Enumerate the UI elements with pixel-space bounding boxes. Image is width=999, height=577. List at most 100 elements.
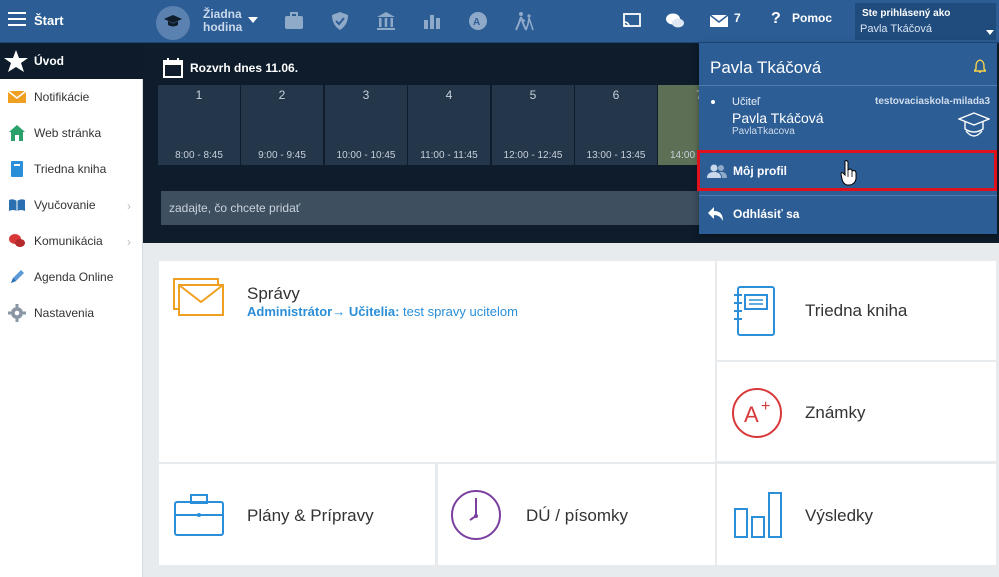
logout-label: Odhlásiť sa [733,207,800,221]
reply-arrow-icon [708,207,723,221]
chevron-right-icon: › [127,235,131,249]
sidebar-item-nastavenia[interactable]: Nastavenia [0,295,143,331]
svg-text:A: A [473,17,480,28]
hand-cursor-icon [840,160,857,186]
latest-message[interactable]: Administrátor→ Učitelia: test spravy uci… [247,304,518,319]
sidebar-item-triedna-kniha[interactable]: Triedna kniha [0,151,143,187]
period-time: 8:00 - 8:45 [175,150,223,161]
hour-selector[interactable]: Žiadna hodina [203,8,242,34]
menu-icon[interactable] [8,12,26,28]
period-time: 9:00 - 9:45 [258,150,306,161]
account-role: Učiteľ [732,96,761,108]
sidebar-item-notifikacie[interactable]: Notifikácie [0,79,143,115]
message-sender: Administrátor [247,304,333,319]
bank-icon[interactable] [375,10,397,32]
period-cell[interactable]: 3 10:00 - 10:45 [325,85,407,165]
message-arrow: → [332,304,349,319]
sidebar-item-label: Agenda Online [34,270,114,284]
bell-icon[interactable] [974,59,986,73]
sidebar-item-agenda-online[interactable]: Agenda Online [0,259,143,295]
gear-icon [8,304,26,322]
sidebar-item-komunikacia[interactable]: Komunikácia › [0,223,143,259]
chevron-down-icon[interactable] [248,17,258,23]
period-time: 11:00 - 11:45 [420,150,478,161]
period-time: 12:00 - 12:45 [503,150,563,161]
dropdown-user-name: Pavla Tkáčová [710,58,822,77]
period-number: 3 [362,88,370,102]
sidebar-item-uvod[interactable]: Úvod [0,43,143,79]
graduation-cap-icon[interactable] [156,6,190,40]
sidebar-item-label: Komunikácia [34,234,103,248]
schedule-title: Rozvrh dnes 11.06. [190,61,299,75]
sidebar-item-web-stranka[interactable]: Web stránka [0,115,143,151]
tile-title: DÚ / písomky [526,506,629,525]
period-number: 5 [529,88,537,102]
bullet [711,100,715,104]
sidebar-item-vyucovanie[interactable]: Vyučovanie › [0,187,143,223]
briefcase-icon[interactable] [283,10,305,32]
tile-results[interactable]: Výsledky [717,464,996,565]
bar-chart-icon [734,492,782,538]
tile-class-book[interactable]: Triedna kniha [717,261,996,360]
period-cell-current[interactable]: 7 14:00 [658,85,703,165]
cast-icon[interactable] [621,10,643,32]
tile-title: Triedna kniha [805,301,908,320]
messages-count[interactable]: 7 [734,11,741,25]
book-icon [11,161,23,177]
envelope-icon [173,278,224,316]
divider [699,85,997,86]
grade-icon: A + [732,388,782,438]
shield-icon[interactable] [329,10,351,32]
help-icon[interactable]: ? [771,10,781,28]
period-cell[interactable]: 2 9:00 - 9:45 [241,85,323,165]
star-icon [4,50,28,72]
user-menu-toggle[interactable]: Ste prihlásený ako Pavla Tkáčová [855,3,996,40]
svg-text:A: A [744,402,759,427]
brand-start[interactable]: Štart [34,13,64,28]
notebook-icon [734,286,775,336]
top-bar: Štart Žiadna hodina A 7 ? Pomoc Ste prih… [0,0,999,43]
sidebar-item-label: Nastavenia [34,306,95,320]
account-login: PavlaTkacova [732,126,795,137]
quick-add-input[interactable] [161,191,721,225]
period-number: 6 [612,88,620,102]
period-time: 14:00 [670,150,696,161]
pencil-icon [11,270,24,283]
period-cell[interactable]: 1 8:00 - 8:45 [158,85,240,165]
logout-item[interactable]: Odhlásiť sa [699,196,997,232]
user-dropdown: Pavla Tkáčová Učiteľ testovaciaskola-mil… [699,43,997,234]
period-number: 1 [195,88,203,102]
tile-title: Výsledky [805,506,874,525]
message-subject: test spravy ucitelom [399,304,518,319]
period-cell[interactable]: 5 12:00 - 12:45 [492,85,574,165]
help-link[interactable]: Pomoc [792,11,832,25]
period-cell[interactable]: 6 13:00 - 13:45 [575,85,657,165]
period-time: 13:00 - 13:45 [586,150,646,161]
chevron-down-icon [986,30,994,35]
period-cell[interactable]: 4 11:00 - 11:45 [408,85,490,165]
tile-homework[interactable]: DÚ / písomky [438,464,715,565]
grade-icon[interactable]: A [467,10,489,32]
chat-icon [9,234,25,247]
sidebar-item-label: Web stránka [34,126,102,140]
open-book-icon [9,199,25,211]
teacher-icon [958,112,990,137]
bar-chart-icon[interactable] [421,10,443,32]
hiking-icon[interactable] [513,10,535,32]
tile-messages[interactable]: Správy Administrátor→ Učitelia: test spr… [159,261,715,462]
envelope-icon[interactable] [709,11,729,31]
tile-title: Známky [805,403,866,422]
hour-label-line2: hodina [203,20,243,34]
tile-grades[interactable]: A + Známky [717,362,996,461]
period-time: 10:00 - 10:45 [336,150,396,161]
home-icon [9,125,25,141]
sidebar-item-label: Notifikácie [34,90,90,104]
logged-in-label: Ste prihlásený ako [862,8,951,19]
tile-title: Správy [247,284,300,303]
chat-icon[interactable] [664,10,686,32]
tile-plans[interactable]: Plány & Prípravy [159,464,435,565]
sidebar: Úvod Notifikácie Web stránka Triedna kni… [0,43,143,577]
account-user[interactable]: Pavla Tkáčová [732,110,824,126]
logged-in-user: Pavla Tkáčová [860,23,932,35]
period-number: 4 [445,88,453,102]
